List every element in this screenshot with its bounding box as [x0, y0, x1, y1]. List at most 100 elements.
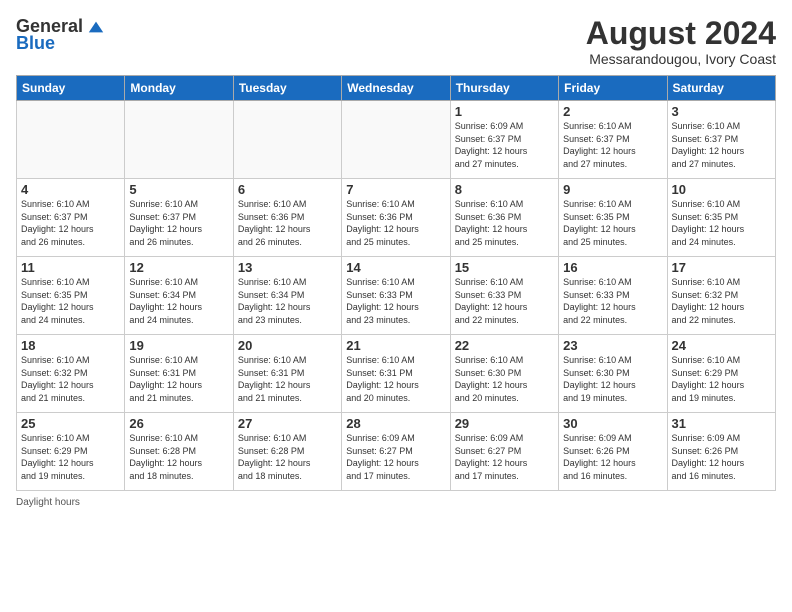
table-row — [233, 101, 341, 179]
day-number: 11 — [21, 260, 120, 275]
day-number: 10 — [672, 182, 771, 197]
day-info: Sunrise: 6:10 AM Sunset: 6:32 PM Dayligh… — [672, 276, 771, 326]
day-number: 19 — [129, 338, 228, 353]
day-info: Sunrise: 6:10 AM Sunset: 6:28 PM Dayligh… — [129, 432, 228, 482]
location-subtitle: Messarandougou, Ivory Coast — [586, 51, 776, 67]
calendar-week-row: 18Sunrise: 6:10 AM Sunset: 6:32 PM Dayli… — [17, 335, 776, 413]
header-friday: Friday — [559, 76, 667, 101]
day-info: Sunrise: 6:10 AM Sunset: 6:36 PM Dayligh… — [346, 198, 445, 248]
day-info: Sunrise: 6:10 AM Sunset: 6:33 PM Dayligh… — [346, 276, 445, 326]
day-number: 18 — [21, 338, 120, 353]
table-row: 12Sunrise: 6:10 AM Sunset: 6:34 PM Dayli… — [125, 257, 233, 335]
table-row: 16Sunrise: 6:10 AM Sunset: 6:33 PM Dayli… — [559, 257, 667, 335]
calendar: Sunday Monday Tuesday Wednesday Thursday… — [16, 75, 776, 491]
table-row: 24Sunrise: 6:10 AM Sunset: 6:29 PM Dayli… — [667, 335, 775, 413]
day-number: 30 — [563, 416, 662, 431]
day-info: Sunrise: 6:10 AM Sunset: 6:37 PM Dayligh… — [563, 120, 662, 170]
day-info: Sunrise: 6:10 AM Sunset: 6:37 PM Dayligh… — [21, 198, 120, 248]
table-row: 31Sunrise: 6:09 AM Sunset: 6:26 PM Dayli… — [667, 413, 775, 491]
calendar-header-row: Sunday Monday Tuesday Wednesday Thursday… — [17, 76, 776, 101]
table-row: 30Sunrise: 6:09 AM Sunset: 6:26 PM Dayli… — [559, 413, 667, 491]
table-row: 8Sunrise: 6:10 AM Sunset: 6:36 PM Daylig… — [450, 179, 558, 257]
table-row: 22Sunrise: 6:10 AM Sunset: 6:30 PM Dayli… — [450, 335, 558, 413]
calendar-week-row: 1Sunrise: 6:09 AM Sunset: 6:37 PM Daylig… — [17, 101, 776, 179]
header-monday: Monday — [125, 76, 233, 101]
day-info: Sunrise: 6:10 AM Sunset: 6:31 PM Dayligh… — [346, 354, 445, 404]
day-number: 31 — [672, 416, 771, 431]
day-info: Sunrise: 6:10 AM Sunset: 6:35 PM Dayligh… — [563, 198, 662, 248]
header-thursday: Thursday — [450, 76, 558, 101]
table-row: 3Sunrise: 6:10 AM Sunset: 6:37 PM Daylig… — [667, 101, 775, 179]
table-row: 21Sunrise: 6:10 AM Sunset: 6:31 PM Dayli… — [342, 335, 450, 413]
day-number: 16 — [563, 260, 662, 275]
table-row: 23Sunrise: 6:10 AM Sunset: 6:30 PM Dayli… — [559, 335, 667, 413]
table-row: 5Sunrise: 6:10 AM Sunset: 6:37 PM Daylig… — [125, 179, 233, 257]
header-sunday: Sunday — [17, 76, 125, 101]
day-number: 12 — [129, 260, 228, 275]
table-row: 11Sunrise: 6:10 AM Sunset: 6:35 PM Dayli… — [17, 257, 125, 335]
table-row: 26Sunrise: 6:10 AM Sunset: 6:28 PM Dayli… — [125, 413, 233, 491]
day-info: Sunrise: 6:09 AM Sunset: 6:37 PM Dayligh… — [455, 120, 554, 170]
day-info: Sunrise: 6:10 AM Sunset: 6:35 PM Dayligh… — [672, 198, 771, 248]
table-row: 1Sunrise: 6:09 AM Sunset: 6:37 PM Daylig… — [450, 101, 558, 179]
logo-blue: Blue — [16, 33, 55, 54]
day-number: 25 — [21, 416, 120, 431]
day-number: 7 — [346, 182, 445, 197]
day-number: 28 — [346, 416, 445, 431]
table-row: 20Sunrise: 6:10 AM Sunset: 6:31 PM Dayli… — [233, 335, 341, 413]
day-info: Sunrise: 6:09 AM Sunset: 6:27 PM Dayligh… — [346, 432, 445, 482]
table-row: 14Sunrise: 6:10 AM Sunset: 6:33 PM Dayli… — [342, 257, 450, 335]
day-info: Sunrise: 6:10 AM Sunset: 6:29 PM Dayligh… — [672, 354, 771, 404]
day-info: Sunrise: 6:10 AM Sunset: 6:37 PM Dayligh… — [672, 120, 771, 170]
table-row: 4Sunrise: 6:10 AM Sunset: 6:37 PM Daylig… — [17, 179, 125, 257]
day-number: 6 — [238, 182, 337, 197]
table-row: 29Sunrise: 6:09 AM Sunset: 6:27 PM Dayli… — [450, 413, 558, 491]
day-number: 22 — [455, 338, 554, 353]
footer-text: Daylight hours — [16, 497, 80, 508]
day-number: 15 — [455, 260, 554, 275]
table-row: 10Sunrise: 6:10 AM Sunset: 6:35 PM Dayli… — [667, 179, 775, 257]
day-info: Sunrise: 6:10 AM Sunset: 6:30 PM Dayligh… — [455, 354, 554, 404]
header-tuesday: Tuesday — [233, 76, 341, 101]
table-row — [125, 101, 233, 179]
header: General Blue August 2024 Messarandougou,… — [16, 16, 776, 67]
month-title: August 2024 — [586, 16, 776, 51]
day-number: 9 — [563, 182, 662, 197]
logo: General Blue — [16, 16, 105, 54]
day-info: Sunrise: 6:10 AM Sunset: 6:36 PM Dayligh… — [238, 198, 337, 248]
table-row: 17Sunrise: 6:10 AM Sunset: 6:32 PM Dayli… — [667, 257, 775, 335]
day-number: 8 — [455, 182, 554, 197]
day-number: 4 — [21, 182, 120, 197]
table-row: 18Sunrise: 6:10 AM Sunset: 6:32 PM Dayli… — [17, 335, 125, 413]
day-info: Sunrise: 6:10 AM Sunset: 6:34 PM Dayligh… — [129, 276, 228, 326]
day-number: 24 — [672, 338, 771, 353]
day-number: 26 — [129, 416, 228, 431]
day-number: 2 — [563, 104, 662, 119]
day-info: Sunrise: 6:10 AM Sunset: 6:29 PM Dayligh… — [21, 432, 120, 482]
day-info: Sunrise: 6:10 AM Sunset: 6:30 PM Dayligh… — [563, 354, 662, 404]
header-wednesday: Wednesday — [342, 76, 450, 101]
day-number: 14 — [346, 260, 445, 275]
day-info: Sunrise: 6:10 AM Sunset: 6:33 PM Dayligh… — [563, 276, 662, 326]
day-info: Sunrise: 6:09 AM Sunset: 6:26 PM Dayligh… — [672, 432, 771, 482]
calendar-week-row: 11Sunrise: 6:10 AM Sunset: 6:35 PM Dayli… — [17, 257, 776, 335]
day-number: 27 — [238, 416, 337, 431]
footer-note: Daylight hours — [16, 497, 776, 508]
day-info: Sunrise: 6:09 AM Sunset: 6:27 PM Dayligh… — [455, 432, 554, 482]
calendar-week-row: 4Sunrise: 6:10 AM Sunset: 6:37 PM Daylig… — [17, 179, 776, 257]
day-number: 5 — [129, 182, 228, 197]
table-row: 15Sunrise: 6:10 AM Sunset: 6:33 PM Dayli… — [450, 257, 558, 335]
logo-icon — [87, 18, 105, 36]
day-number: 1 — [455, 104, 554, 119]
table-row: 7Sunrise: 6:10 AM Sunset: 6:36 PM Daylig… — [342, 179, 450, 257]
day-info: Sunrise: 6:10 AM Sunset: 6:36 PM Dayligh… — [455, 198, 554, 248]
table-row — [17, 101, 125, 179]
day-number: 29 — [455, 416, 554, 431]
day-number: 3 — [672, 104, 771, 119]
table-row: 19Sunrise: 6:10 AM Sunset: 6:31 PM Dayli… — [125, 335, 233, 413]
day-info: Sunrise: 6:10 AM Sunset: 6:31 PM Dayligh… — [129, 354, 228, 404]
table-row: 9Sunrise: 6:10 AM Sunset: 6:35 PM Daylig… — [559, 179, 667, 257]
table-row — [342, 101, 450, 179]
day-info: Sunrise: 6:10 AM Sunset: 6:32 PM Dayligh… — [21, 354, 120, 404]
day-number: 20 — [238, 338, 337, 353]
